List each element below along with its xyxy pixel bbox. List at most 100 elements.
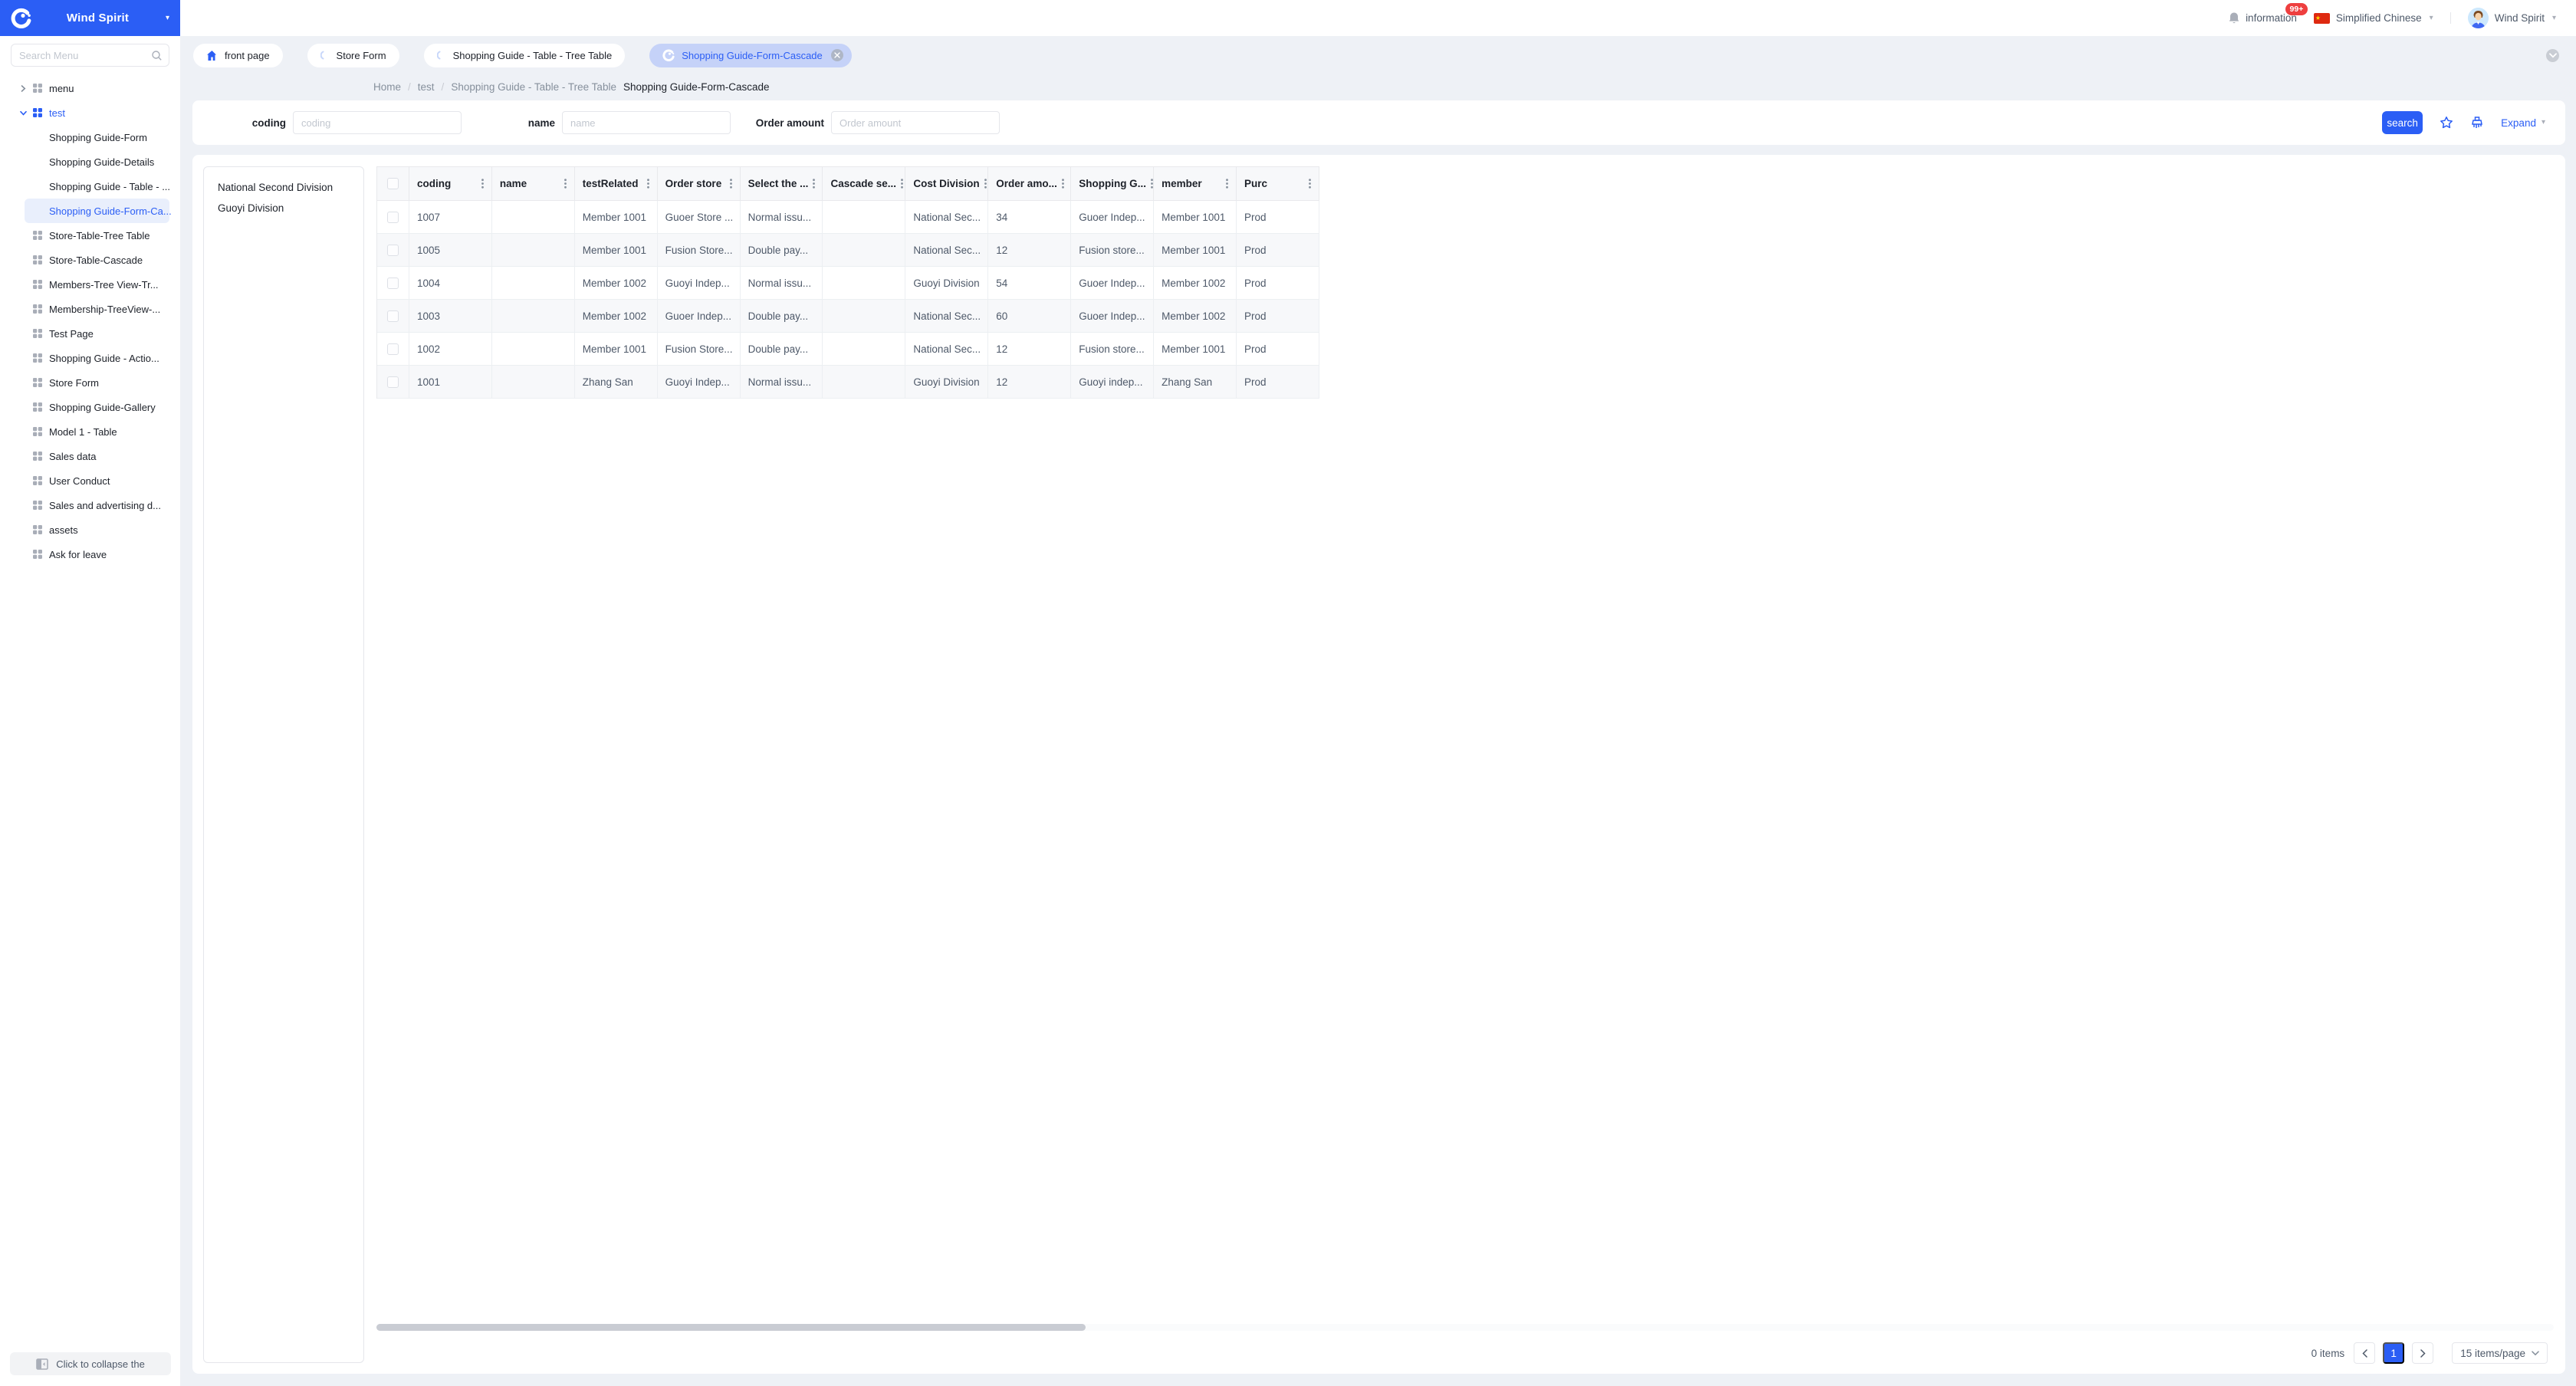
row-checkbox[interactable]	[387, 245, 399, 256]
collapse-panel-icon	[36, 1358, 48, 1370]
header-cell: coding	[409, 166, 492, 201]
row-checkbox[interactable]	[387, 212, 399, 223]
column-menu-icon[interactable]	[901, 179, 903, 189]
sidebar-item[interactable]: Shopping Guide-Gallery	[0, 395, 169, 419]
tree-node[interactable]: Guoyi Division	[204, 198, 363, 218]
tree-node[interactable]: National Second Division	[204, 177, 363, 198]
grid-icon	[33, 329, 42, 338]
tab-active[interactable]: Shopping Guide-Form-Cascade	[649, 44, 852, 67]
search-button[interactable]: search	[2382, 111, 2423, 134]
prev-page-button[interactable]	[2354, 1342, 2375, 1364]
sidebar-item[interactable]: assets	[0, 517, 169, 542]
sidebar-item[interactable]: Shopping Guide-Form-Ca...	[25, 199, 169, 223]
sidebar-item-label: Members-Tree View-Tr...	[49, 279, 159, 291]
sidebar-item-label: Test Page	[49, 328, 94, 340]
table-cell: Guoer Store ...	[658, 201, 741, 234]
user-avatar	[2468, 8, 2489, 28]
sidebar-item[interactable]: Model 1 - Table	[0, 419, 169, 444]
table-row: 1005Member 1001Fusion Store...Double pay…	[377, 234, 1319, 267]
breadcrumb-item[interactable]: test	[418, 81, 435, 93]
column-menu-icon[interactable]	[1226, 179, 1228, 189]
top-bar: Wind Spirit ▾ information 99+ ★ Simplifi…	[0, 0, 2576, 36]
sidebar-item-label: Membership-TreeView-...	[49, 304, 160, 315]
expand-toggle[interactable]: Expand ▾	[2501, 117, 2545, 129]
data-table: codingnametestRelatedOrder storeSelect t…	[376, 166, 1319, 399]
table-cell: Member 1002	[1154, 267, 1237, 300]
column-menu-icon[interactable]	[984, 179, 987, 189]
breadcrumb-item[interactable]: Shopping Guide-Form-Cascade	[623, 81, 770, 93]
sidebar-item-label: Sales data	[49, 451, 96, 462]
table-cell: Normal issu...	[741, 267, 823, 300]
sidebar-item[interactable]: Test Page	[0, 321, 169, 346]
sidebar-item[interactable]: Ask for leave	[0, 542, 169, 567]
column-menu-icon[interactable]	[730, 179, 732, 189]
sidebar-item-label: test	[49, 107, 65, 119]
tab-item[interactable]: Store Form	[307, 44, 399, 67]
next-page-button[interactable]	[2412, 1342, 2433, 1364]
table-cell: National Sec...	[905, 300, 988, 333]
page-size-select[interactable]: 15 items/page	[2452, 1342, 2548, 1364]
sidebar-item[interactable]: Shopping Guide-Details	[0, 149, 169, 174]
sidebar-item-label: menu	[49, 83, 74, 94]
sidebar-item-label: Shopping Guide-Gallery	[49, 402, 156, 413]
sidebar-item[interactable]: menu	[0, 76, 169, 100]
breadcrumb-item[interactable]: Home	[373, 81, 401, 93]
sidebar-item[interactable]: Membership-TreeView-...	[0, 297, 169, 321]
filter-field-label: Order amount	[731, 117, 831, 129]
sidebar-item[interactable]: Shopping Guide - Actio...	[0, 346, 169, 370]
row-checkbox[interactable]	[387, 278, 399, 289]
column-label: Cost Division	[913, 178, 979, 189]
column-menu-icon[interactable]	[647, 179, 649, 189]
notification-button[interactable]: information 99+	[2228, 11, 2297, 25]
column-menu-icon[interactable]	[1151, 179, 1153, 189]
sidebar-item[interactable]: Sales and advertising d...	[0, 493, 169, 517]
sidebar-item[interactable]: User Conduct	[0, 468, 169, 493]
filter-field-input[interactable]	[562, 111, 731, 134]
chevron-left-icon	[2362, 1349, 2367, 1358]
grid-icon	[33, 108, 42, 117]
tab-overflow-button[interactable]	[2546, 49, 2559, 62]
brand-block[interactable]: Wind Spirit ▾	[0, 0, 180, 36]
filter-field-input[interactable]	[293, 111, 462, 134]
column-menu-icon[interactable]	[564, 179, 567, 189]
grid-icon	[33, 427, 42, 436]
row-checkbox[interactable]	[387, 310, 399, 322]
table-cell: Prod	[1237, 333, 1319, 366]
language-selector[interactable]: ★ Simplified Chinese ▾	[2314, 12, 2433, 24]
filter-field-input[interactable]	[831, 111, 1000, 134]
tab-item[interactable]: front page	[193, 44, 283, 67]
sidebar-item[interactable]: Members-Tree View-Tr...	[0, 272, 169, 297]
column-menu-icon[interactable]	[1309, 179, 1311, 189]
sidebar-item[interactable]: Store-Table-Cascade	[0, 248, 169, 272]
table-cell	[492, 234, 575, 267]
sidebar-item[interactable]: Shopping Guide-Form	[0, 125, 169, 149]
sidebar-item[interactable]: Sales data	[0, 444, 169, 468]
sidebar-item[interactable]: Store Form	[0, 370, 169, 395]
table-cell	[823, 300, 905, 333]
tab-item[interactable]: Shopping Guide - Table - Tree Table	[424, 44, 626, 67]
collapse-sidebar-button[interactable]: Click to collapse the	[10, 1352, 171, 1375]
sidebar-item[interactable]: Store-Table-Tree Table	[0, 223, 169, 248]
column-menu-icon[interactable]	[1062, 179, 1064, 189]
table-cell: Member 1002	[575, 300, 658, 333]
grid-icon	[33, 378, 42, 387]
favorite-star-icon[interactable]	[2440, 116, 2453, 130]
close-icon[interactable]	[831, 49, 843, 61]
user-menu[interactable]: Wind Spirit ▾	[2468, 8, 2556, 28]
breadcrumb-item[interactable]: Shopping Guide - Table - Tree Table	[451, 81, 616, 93]
tab-bar: front page Store Form Shopping Guide - Tab…	[193, 43, 2559, 67]
sidebar-item[interactable]: test	[0, 100, 169, 125]
sidebar-item-label: Shopping Guide-Form	[49, 132, 147, 143]
row-checkbox[interactable]	[387, 376, 399, 388]
sidebar-menu: menu test Shopping Guide-Form Shopping Guid…	[0, 76, 180, 1342]
column-menu-icon[interactable]	[481, 179, 484, 189]
scrollbar-thumb[interactable]	[376, 1324, 1086, 1331]
select-all-checkbox[interactable]	[387, 178, 399, 189]
clear-brush-icon[interactable]	[2470, 116, 2484, 130]
menu-search-input[interactable]	[11, 44, 169, 67]
grid-icon	[33, 255, 42, 264]
sidebar-item[interactable]: Shopping Guide - Table - ...	[0, 174, 169, 199]
column-menu-icon[interactable]	[813, 179, 815, 189]
page-number-button[interactable]: 1	[2383, 1342, 2404, 1364]
row-checkbox[interactable]	[387, 343, 399, 355]
